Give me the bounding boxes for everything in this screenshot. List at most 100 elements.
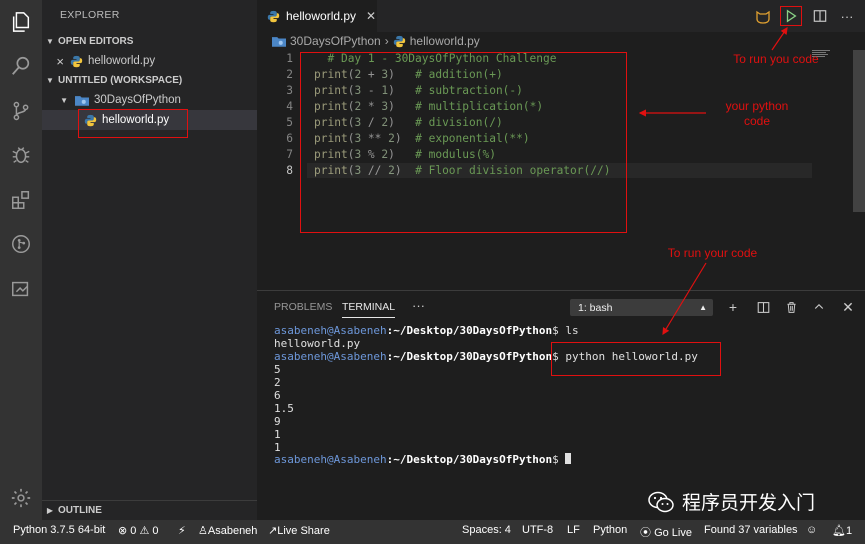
explorer-sidebar: EXPLORER ▼ OPEN EDITORS × helloworld.py … [42, 0, 257, 520]
outline-label: OUTLINE [58, 505, 102, 516]
settings-gear-icon[interactable] [8, 485, 34, 511]
trash-icon[interactable] [782, 298, 800, 316]
watermark: 程序员开发入门 [648, 488, 815, 515]
variables-count[interactable]: Found 37 variables [704, 524, 798, 536]
close-icon[interactable]: ✕ [366, 9, 376, 23]
chevron-right-icon: › [384, 34, 389, 48]
python-file-icon [393, 35, 405, 47]
tab-problems[interactable]: PROBLEMS [274, 301, 332, 313]
remote-explorer-icon[interactable] [8, 276, 34, 302]
folder-icon [75, 95, 89, 106]
annotation-run-terminal: To run your code [667, 246, 758, 260]
line-number: 8 [286, 164, 293, 177]
terminal-prompt[interactable]: asabeneh@Asabeneh:~/Desktop/30DaysOfPyth… [274, 453, 572, 466]
feedback-smiley-icon[interactable]: ☺ [806, 524, 817, 536]
wechat-logo-icon [648, 491, 674, 512]
maximize-panel-icon[interactable] [810, 298, 828, 316]
more-actions-icon[interactable]: ··· [837, 6, 857, 26]
account-user[interactable]: ♙Asabeneh [198, 524, 257, 537]
tab-helloworld[interactable]: helloworld.py ✕ [257, 0, 377, 32]
indentation-spaces[interactable]: Spaces: 4 [462, 524, 511, 536]
terminal-output: helloworld.py [274, 337, 361, 350]
status-bar: Python 3.7.5 64-bit ⊗ 0 ⚠ 0 ⚡ ♙Asabeneh … [0, 520, 865, 544]
line-number: 6 [286, 132, 293, 145]
tab-label: helloworld.py [286, 9, 357, 23]
chevron-right-icon: ▶ [46, 506, 54, 515]
terminal-select-value: 1: bash [578, 301, 613, 314]
terminal-output: 2 [274, 376, 281, 389]
go-live[interactable]: ⦿ Go Live [640, 524, 692, 540]
breadcrumb-folder[interactable]: 30DaysOfPython [290, 34, 381, 48]
editor-tab-bar: helloworld.py ✕ ··· [257, 0, 865, 32]
open-editors-label: OPEN EDITORS [58, 36, 134, 47]
annotation-python-code: your python code [725, 99, 789, 128]
terminal-output: 9 [274, 415, 281, 428]
outline-section[interactable]: ▶ OUTLINE [42, 500, 257, 520]
add-terminal-icon[interactable]: + [724, 298, 742, 316]
bell-icon: 🔔︎ [832, 525, 846, 537]
chevron-down-icon: ▼ [46, 76, 54, 85]
terminal-line: asabeneh@Asabeneh:~/Desktop/30DaysOfPyth… [274, 324, 579, 337]
more-icon[interactable]: ··· [412, 298, 425, 313]
broadcast-icon: ⦿ [640, 527, 651, 539]
live-share-icon: ↗ [268, 525, 278, 537]
line-number: 2 [286, 68, 293, 81]
python-interpreter[interactable]: Python 3.7.5 64-bit [13, 524, 105, 536]
code-highlight [300, 52, 627, 233]
close-icon[interactable]: × [42, 54, 64, 69]
git-graph-icon[interactable] [8, 231, 34, 257]
source-control-icon[interactable] [8, 98, 34, 124]
workspace-label: UNTITLED (WORKSPACE) [58, 75, 183, 86]
encoding[interactable]: UTF-8 [522, 524, 553, 536]
error-icon: ⊗ [118, 525, 128, 537]
person-icon: ♙ [198, 525, 208, 537]
select-arrows-icon: ▲ [699, 303, 707, 312]
extensions-icon[interactable] [8, 187, 34, 213]
annotation-run-top: To run you code [733, 52, 819, 66]
terminal-panel: PROBLEMS TERMINAL ··· 1: bash ▲ + ✕ asab… [257, 290, 865, 520]
watermark-text: 程序员开发入门 [682, 492, 816, 514]
breadcrumb-file[interactable]: helloworld.py [410, 34, 480, 48]
chevron-down-icon: ▼ [46, 37, 54, 46]
line-number: 7 [286, 148, 293, 161]
vertical-scrollbar[interactable] [853, 50, 865, 212]
line-number: 3 [286, 84, 293, 97]
terminal-output: 5 [274, 363, 281, 376]
python-file-icon [267, 10, 280, 22]
lightning-icon[interactable]: ⚡ [178, 524, 186, 537]
line-number: 5 [286, 116, 293, 129]
line-number: 4 [286, 100, 293, 113]
split-terminal-icon[interactable] [754, 298, 772, 316]
open-editor-item[interactable]: × helloworld.py [42, 51, 257, 71]
chevron-down-icon: ▼ [60, 95, 68, 105]
open-editor-filename: helloworld.py [88, 55, 156, 67]
tab-terminal[interactable]: TERMINAL [342, 301, 396, 318]
search-icon[interactable] [8, 53, 34, 79]
debug-icon[interactable] [8, 142, 34, 168]
explorer-title: EXPLORER [60, 9, 120, 21]
problems-indicator[interactable]: ⊗ 0 ⚠ 0 [118, 524, 159, 537]
split-editor-icon[interactable] [810, 6, 830, 26]
terminal-cursor [565, 453, 572, 464]
notifications[interactable]: 🔔︎1 [832, 524, 852, 537]
workspace-section[interactable]: ▼ UNTITLED (WORKSPACE) [42, 71, 257, 90]
activity-bar [0, 0, 42, 520]
language-mode[interactable]: Python [593, 524, 627, 536]
cat-extension-icon[interactable] [753, 6, 773, 26]
terminal-output: 6 [274, 389, 281, 402]
python-file-icon [70, 55, 83, 67]
warning-icon: ⚠ [139, 525, 150, 537]
folder-item[interactable]: ▼ 30DaysOfPython [42, 90, 257, 110]
file-highlight [78, 109, 188, 138]
terminal-select[interactable]: 1: bash ▲ [570, 299, 713, 316]
live-share[interactable]: ↗Live Share [268, 524, 330, 537]
end-of-line[interactable]: LF [567, 524, 580, 536]
close-panel-icon[interactable]: ✕ [839, 298, 857, 316]
explorer-icon[interactable] [8, 9, 34, 35]
terminal-output: 1.5 [274, 402, 294, 415]
folder-icon [272, 36, 286, 47]
terminal-output: 1 [274, 428, 281, 441]
open-editors-section[interactable]: ▼ OPEN EDITORS [42, 32, 257, 51]
breadcrumb: 30DaysOfPython › helloworld.py [257, 32, 865, 50]
folder-name: 30DaysOfPython [94, 94, 181, 106]
